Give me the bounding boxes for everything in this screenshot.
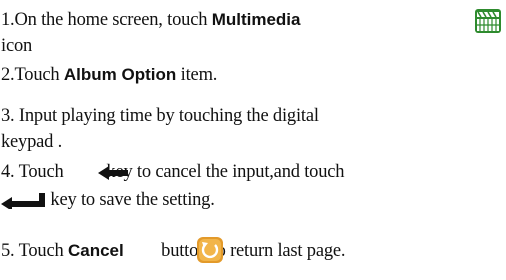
step-3-line-1: 3. Input playing time by touching the di… bbox=[1, 105, 319, 127]
step-4-line-1: 4. Touch key to cancel the input,and tou… bbox=[1, 161, 345, 183]
step-5-text-end: button to return last page. bbox=[156, 241, 346, 261]
step-1-text-cont: icon bbox=[1, 36, 33, 56]
multimedia-icon bbox=[475, 9, 501, 33]
album-option-label: Album Option bbox=[63, 65, 177, 84]
backspace-icon bbox=[98, 166, 128, 180]
step-4-text-mid: key to cancel the input,and touch bbox=[101, 162, 345, 182]
step-3-line-2: keypad . bbox=[1, 131, 62, 153]
step-1-line-2: icon bbox=[1, 35, 32, 57]
step-1-text: 1.On the home screen, touch bbox=[1, 10, 212, 30]
step-2-line: 2.Touch Album Option item. bbox=[1, 64, 217, 86]
return-icon bbox=[197, 237, 223, 263]
enter-icon bbox=[1, 193, 45, 209]
step-1-line-1: 1.On the home screen, touch Multimedia bbox=[1, 9, 300, 31]
step-5-line: 5. Touch Cancel button to return last pa… bbox=[1, 240, 346, 262]
step-2-text-end: item. bbox=[176, 65, 218, 85]
step-4-text-end: key to save the setting. bbox=[46, 190, 215, 210]
multimedia-label: Multimedia bbox=[211, 10, 301, 29]
step-4-text: 4. Touch bbox=[1, 162, 68, 182]
cancel-label: Cancel bbox=[67, 241, 124, 260]
step-5-text: 5. Touch bbox=[1, 241, 68, 261]
manual-page: 1.On the home screen, touch Multimedia i… bbox=[0, 0, 506, 280]
step-2-text: 2.Touch bbox=[1, 65, 64, 85]
step-3-text: 3. Input playing time by touching the di… bbox=[1, 106, 319, 126]
step-3-text-cont: keypad . bbox=[1, 132, 63, 152]
